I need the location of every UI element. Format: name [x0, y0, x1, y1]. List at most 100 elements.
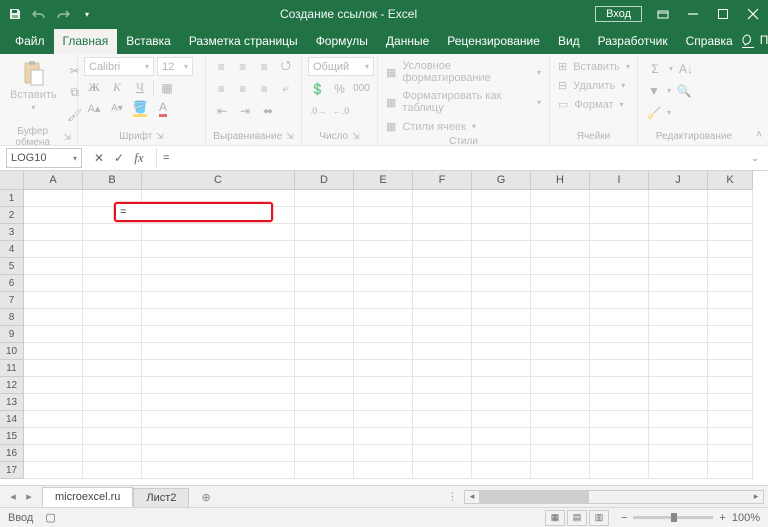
row-header-15[interactable]: 15 [0, 428, 24, 445]
cell[interactable] [708, 207, 753, 224]
cell[interactable] [590, 258, 649, 275]
cell[interactable] [472, 326, 531, 343]
cell[interactable] [413, 326, 472, 343]
cell[interactable] [472, 445, 531, 462]
tab-formulas[interactable]: Формулы [307, 29, 377, 54]
cell[interactable] [354, 190, 413, 207]
cell[interactable] [83, 190, 142, 207]
cell[interactable] [649, 190, 708, 207]
cell[interactable] [413, 309, 472, 326]
tab-help[interactable]: Справка [677, 29, 742, 54]
zoom-in-button[interactable]: + [719, 512, 725, 524]
cell[interactable] [531, 411, 590, 428]
cell[interactable] [649, 445, 708, 462]
sheet-tab-2[interactable]: Лист2 [133, 488, 189, 507]
cell[interactable] [590, 445, 649, 462]
indent-inc-button[interactable]: ⇥ [235, 101, 255, 120]
cell[interactable] [590, 462, 649, 479]
font-color-button[interactable]: A [153, 99, 173, 118]
cell[interactable] [83, 258, 142, 275]
cell[interactable] [413, 428, 472, 445]
row-header-10[interactable]: 10 [0, 343, 24, 360]
cell[interactable] [708, 258, 753, 275]
expand-formula-bar-icon[interactable]: ⌄ [748, 153, 762, 164]
page-layout-view-button[interactable]: ▤ [567, 510, 587, 526]
cell[interactable] [354, 411, 413, 428]
align-bottom-button[interactable]: ≡ [255, 57, 274, 76]
row-header-9[interactable]: 9 [0, 326, 24, 343]
cell[interactable] [83, 377, 142, 394]
cells-delete-button[interactable]: ⊟Удалить▾ [556, 78, 632, 93]
cell[interactable] [531, 241, 590, 258]
cell[interactable] [142, 394, 295, 411]
cell[interactable] [708, 309, 753, 326]
cell[interactable] [354, 360, 413, 377]
zoom-level[interactable]: 100% [732, 512, 760, 524]
zoom-out-button[interactable]: − [621, 512, 627, 524]
cell[interactable] [708, 411, 753, 428]
paste-button[interactable]: Вставить ▾ [6, 57, 61, 114]
cell[interactable] [413, 292, 472, 309]
cell[interactable] [472, 411, 531, 428]
formula-input[interactable]: = [156, 148, 744, 168]
cell[interactable] [590, 207, 649, 224]
cell[interactable] [531, 224, 590, 241]
cell[interactable] [142, 258, 295, 275]
cell[interactable] [472, 462, 531, 479]
cell[interactable] [142, 428, 295, 445]
cell[interactable] [354, 377, 413, 394]
cell[interactable] [649, 428, 708, 445]
cell[interactable] [708, 394, 753, 411]
cell[interactable] [590, 190, 649, 207]
cell[interactable] [708, 360, 753, 377]
cell[interactable] [590, 343, 649, 360]
enter-formula-icon[interactable]: ✓ [110, 149, 128, 167]
cell[interactable] [142, 360, 295, 377]
cells-insert-button[interactable]: ⊞Вставить▾ [556, 59, 632, 74]
align-left-button[interactable]: ≡ [212, 79, 231, 98]
cell[interactable] [649, 309, 708, 326]
macro-record-icon[interactable]: ▢ [45, 511, 55, 524]
cell[interactable] [295, 292, 354, 309]
cell[interactable] [649, 326, 708, 343]
tab-review[interactable]: Рецензирование [438, 29, 549, 54]
orientation-button[interactable]: ⭯ [277, 57, 296, 76]
row-header-2[interactable]: 2 [0, 207, 24, 224]
cell[interactable] [531, 258, 590, 275]
cell[interactable] [708, 377, 753, 394]
cell[interactable] [295, 275, 354, 292]
cell[interactable] [590, 428, 649, 445]
cell[interactable] [83, 241, 142, 258]
cell[interactable] [142, 190, 295, 207]
italic-button[interactable]: К [107, 78, 127, 97]
cell[interactable] [590, 411, 649, 428]
cell[interactable] [531, 462, 590, 479]
cell[interactable] [354, 292, 413, 309]
conditional-format-button[interactable]: ▦Условное форматирование▾ [384, 59, 543, 85]
cell[interactable] [472, 292, 531, 309]
col-header-I[interactable]: I [590, 171, 649, 190]
cell[interactable] [472, 360, 531, 377]
cell[interactable] [649, 224, 708, 241]
cell[interactable] [531, 445, 590, 462]
cell[interactable] [472, 394, 531, 411]
row-header-7[interactable]: 7 [0, 292, 24, 309]
normal-view-button[interactable]: ▦ [545, 510, 565, 526]
cell[interactable] [83, 207, 142, 224]
cell[interactable] [142, 275, 295, 292]
cell[interactable] [295, 377, 354, 394]
cell[interactable] [142, 445, 295, 462]
signin-button[interactable]: Вход [595, 6, 642, 22]
cell[interactable] [142, 343, 295, 360]
cell[interactable] [295, 258, 354, 275]
cell[interactable] [24, 190, 83, 207]
col-header-F[interactable]: F [413, 171, 472, 190]
find-button[interactable]: 🔍 [674, 81, 694, 100]
cell[interactable] [472, 275, 531, 292]
row-header-6[interactable]: 6 [0, 275, 24, 292]
cell[interactable] [354, 326, 413, 343]
cell[interactable] [142, 292, 295, 309]
accounting-button[interactable]: 💲 [308, 79, 327, 98]
cell[interactable] [413, 377, 472, 394]
bold-button[interactable]: Ж [84, 78, 104, 97]
